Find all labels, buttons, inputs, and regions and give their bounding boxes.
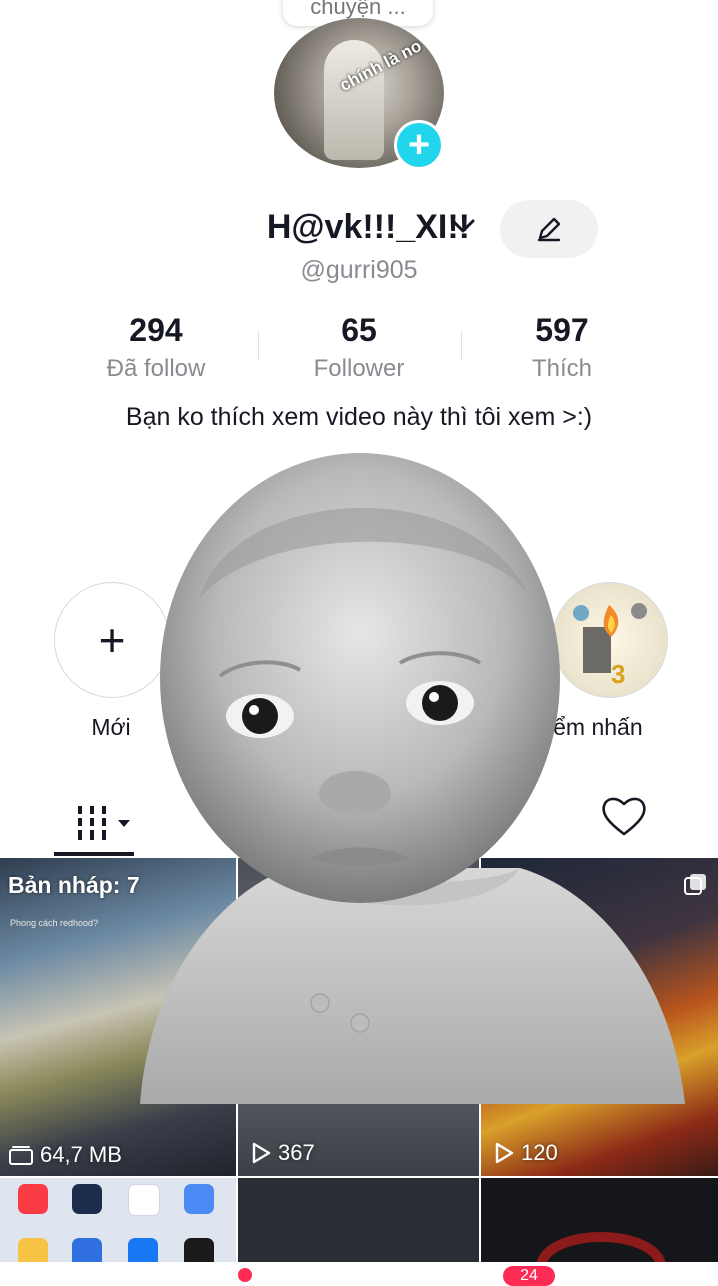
stocks-app-icon <box>72 1184 102 1214</box>
video-tile[interactable] <box>481 1178 718 1264</box>
inbox-badge[interactable]: 24 <box>503 1266 555 1286</box>
stat-followers[interactable]: 65 Follower <box>259 312 459 383</box>
stat-likes-label: Thích <box>531 355 593 382</box>
storage-icon <box>9 1146 33 1165</box>
stat-following-label: Đã follow <box>106 355 206 382</box>
stat-likes-value: 597 <box>535 312 589 348</box>
edit-profile-button[interactable] <box>500 200 598 258</box>
bottom-nav <box>0 1262 718 1280</box>
bio: Bạn ko thích xem video này thì tôi xem >… <box>125 403 593 431</box>
add-story-button[interactable]: + <box>394 120 444 170</box>
video-tile[interactable] <box>238 1178 479 1264</box>
video-tile[interactable] <box>0 1178 236 1264</box>
music-app-icon <box>18 1184 48 1214</box>
settings-app-icon <box>72 1238 102 1264</box>
plus-icon: + <box>407 124 431 166</box>
video-size: 64,7 MB <box>40 1142 122 1167</box>
facebook-app-icon <box>128 1238 158 1264</box>
drafts-subtitle: Phong cách redhood? <box>10 918 99 928</box>
view-count: 120 <box>521 1140 558 1165</box>
stat-following-value: 294 <box>129 312 183 348</box>
stat-followers-value: 65 <box>341 312 377 348</box>
play-icon <box>495 1142 514 1164</box>
video-meta: 367 <box>250 1140 315 1166</box>
note-text: chuyện ... <box>310 0 406 19</box>
stat-followers-label: Follower <box>313 355 405 382</box>
display-name[interactable]: H@vk!!!_XI!! <box>180 208 470 247</box>
chevron-down-icon[interactable] <box>450 216 476 242</box>
video-meta: 120 <box>493 1140 558 1166</box>
stat-following[interactable]: 294 Đã follow <box>56 312 256 383</box>
folder-app-icon <box>18 1238 48 1264</box>
sticker-overlay <box>140 453 685 1104</box>
stat-likes[interactable]: 597 Thích <box>462 312 662 383</box>
play-icon <box>252 1142 271 1164</box>
pencil-icon <box>537 217 561 242</box>
app-icon <box>184 1238 214 1264</box>
video-meta: 64,7 MB <box>8 1142 122 1168</box>
view-count: 367 <box>278 1140 315 1165</box>
calendar-app-icon <box>128 1184 160 1216</box>
username: @gurri905 <box>300 256 418 284</box>
photos-app-icon <box>184 1184 214 1214</box>
video-thumbnail <box>536 1232 666 1264</box>
